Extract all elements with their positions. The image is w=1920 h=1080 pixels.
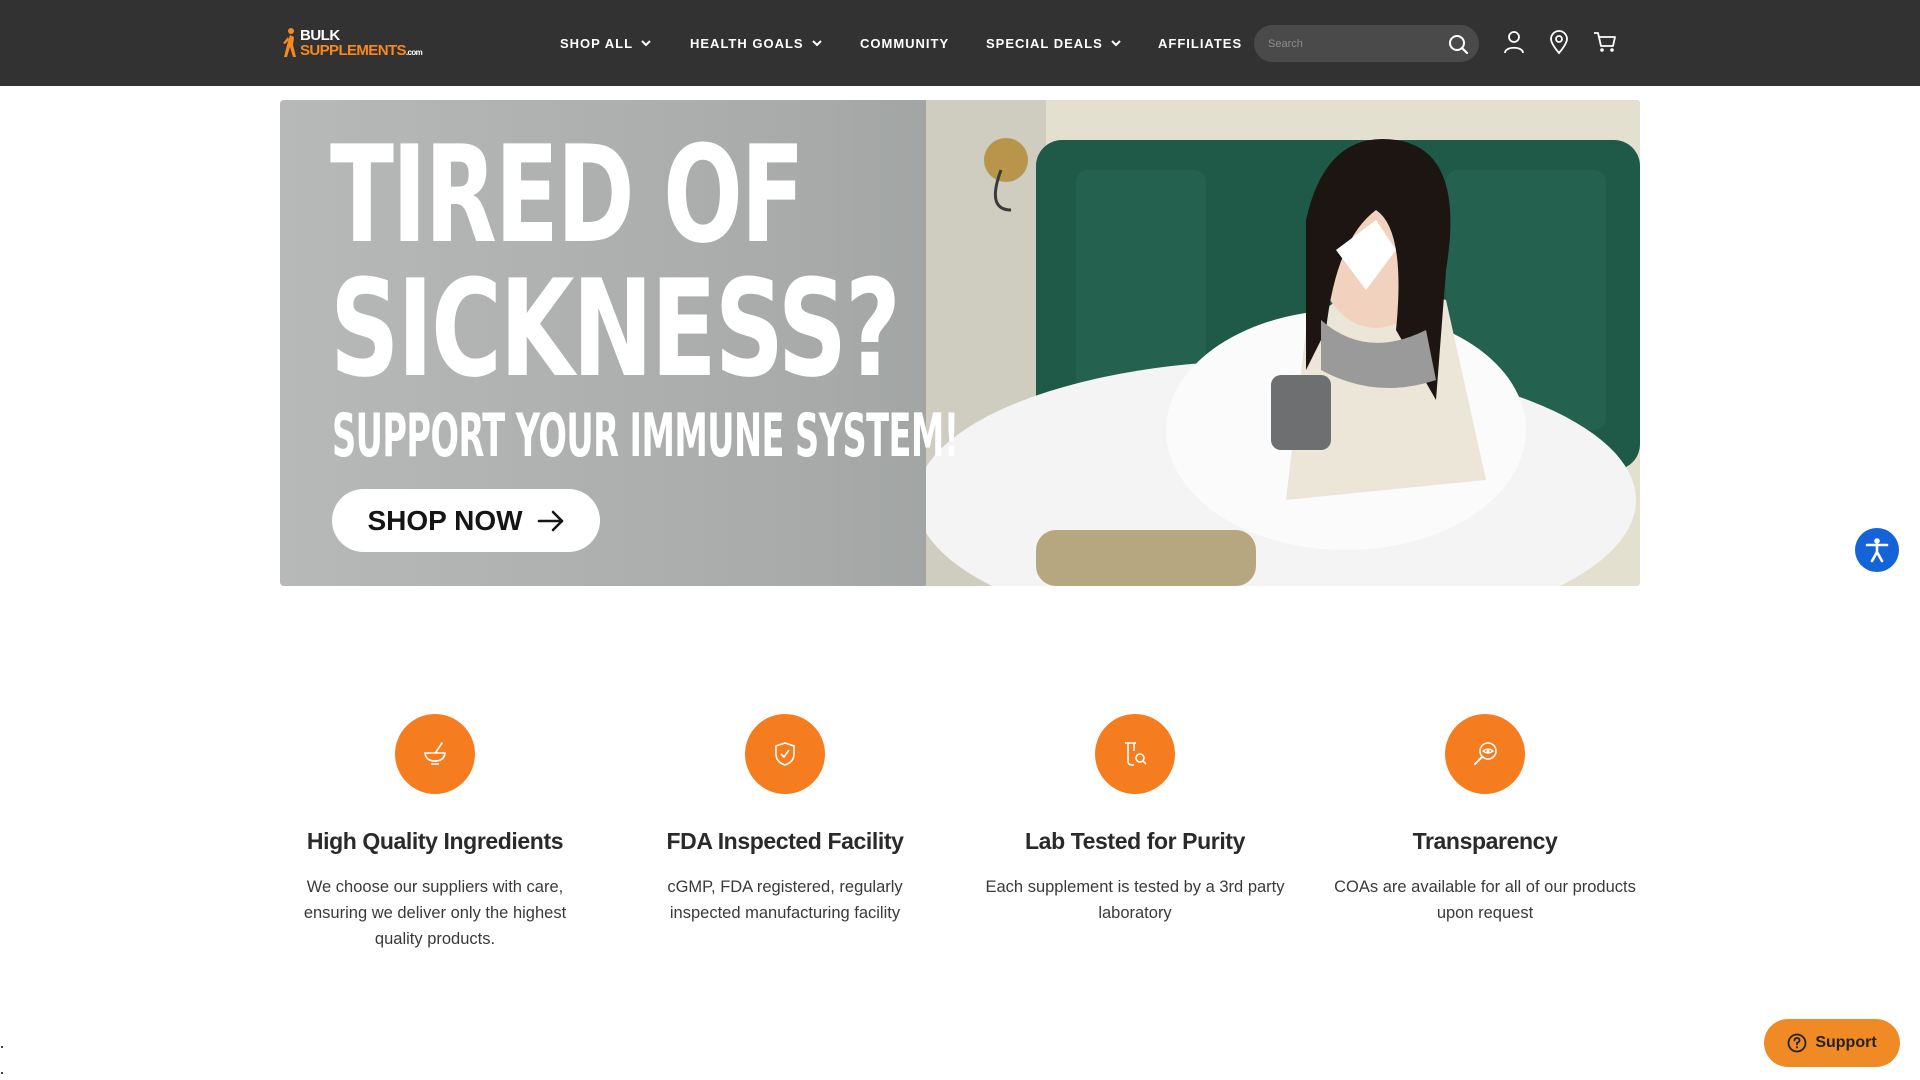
feature-description: COAs are available for all of our produc…	[1334, 878, 1636, 922]
logo-line2: SUPPLEMENTS.com	[300, 42, 423, 59]
accessibility-icon	[1865, 538, 1889, 563]
page-artifact-dot	[1, 1046, 3, 1048]
hero-headline-line2: SICKNESS?	[330, 251, 901, 407]
site-logo[interactable]: BULK SUPPLEMENTS.com	[282, 25, 423, 61]
cart-icon[interactable]	[1592, 29, 1618, 55]
nav-shop-all-label: SHOP ALL	[560, 35, 634, 51]
logo-line2-text: SUPPLEMENTS	[300, 42, 407, 59]
account-icon[interactable]	[1501, 29, 1527, 55]
nav-community-label: COMMUNITY	[860, 35, 950, 51]
logo-suffix: .com	[405, 48, 423, 57]
shop-now-button[interactable]: SHOP NOW	[332, 489, 600, 552]
nav-health-goals-label: HEALTH GOALS	[690, 35, 804, 51]
chevron-down-icon	[641, 40, 651, 47]
nav-affiliates-label: AFFILIATES	[1158, 35, 1243, 51]
site-header: BULK SUPPLEMENTS.com SHOP ALL HEALTH GOA…	[0, 0, 1920, 86]
shop-now-label: SHOP NOW	[367, 504, 523, 536]
feature-icon-circle	[745, 714, 825, 794]
feature-title: FDA Inspected Facility	[666, 828, 904, 854]
store-locator-icon[interactable]	[1546, 29, 1572, 55]
shield-check-icon	[775, 742, 795, 766]
runner-logo-icon	[283, 28, 296, 57]
logo-line1: BULK	[300, 27, 340, 44]
feature-icon-circle	[1095, 714, 1175, 794]
support-label: Support	[1815, 1034, 1877, 1051]
nav-affiliates[interactable]: AFFILIATES	[1158, 0, 1242, 86]
hero-subheadline: SUPPORT YOUR IMMUNE SYSTEM!	[332, 401, 959, 471]
nav-shop-all[interactable]: SHOP ALL	[560, 0, 653, 86]
nav-health-goals[interactable]: HEALTH GOALS	[690, 0, 824, 86]
feature-description: Each supplement is tested by a 3rd party…	[985, 878, 1285, 922]
mortar-pestle-icon	[424, 742, 446, 765]
features-section: High Quality Ingredients We choose our s…	[280, 712, 1680, 962]
search-icon[interactable]	[1447, 33, 1469, 55]
chevron-down-icon	[811, 40, 822, 47]
chevron-down-icon	[1111, 40, 1121, 47]
feature-icon-circle	[395, 714, 475, 794]
nav-special-deals-label: SPECIAL DEALS	[986, 35, 1103, 51]
feature-title: Lab Tested for Purity	[1025, 828, 1245, 854]
feature-title: Transparency	[1412, 828, 1558, 854]
feature-description: cGMP, FDA registered, regularly inspecte…	[667, 878, 903, 922]
search-input[interactable]	[1268, 25, 1438, 62]
lab-flask-search-icon	[1125, 742, 1147, 766]
support-button[interactable]: Support	[1764, 1019, 1900, 1067]
hero-headline-line1: TIRED OF	[330, 117, 805, 273]
feature-icon-circle	[1445, 714, 1525, 794]
hero-banner[interactable]: TIRED OF SICKNESS? SUPPORT YOUR IMMUNE S…	[280, 100, 1640, 586]
feature-description: We choose our suppliers with care, ensur…	[303, 878, 567, 948]
help-circle-icon	[1787, 1033, 1807, 1053]
feature-title: High Quality Ingredients	[306, 828, 564, 854]
search-bar	[1254, 25, 1479, 62]
accessibility-button[interactable]	[1855, 528, 1899, 572]
hero-photo-sick-woman	[926, 100, 1640, 586]
page-artifact-dot	[1, 1072, 3, 1074]
nav-community[interactable]: COMMUNITY	[860, 0, 949, 86]
magnifier-eye-icon	[1474, 742, 1497, 765]
nav-special-deals[interactable]: SPECIAL DEALS	[986, 0, 1123, 86]
arrow-right-icon	[537, 510, 563, 531]
